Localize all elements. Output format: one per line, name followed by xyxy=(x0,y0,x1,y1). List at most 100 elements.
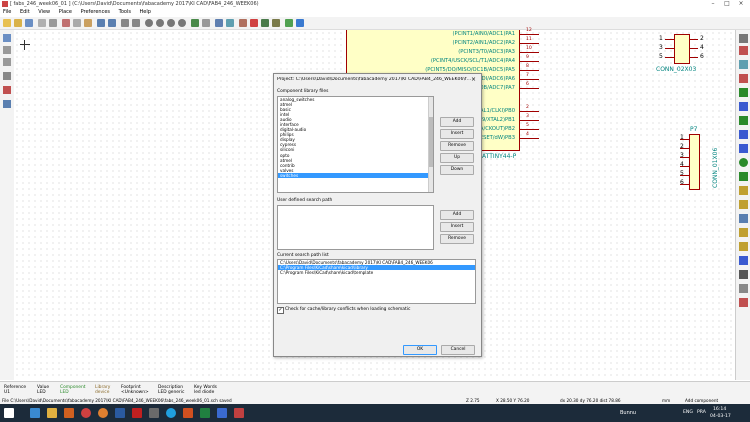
undo-icon[interactable] xyxy=(97,19,105,27)
no-connect-icon[interactable] xyxy=(739,144,748,153)
menu-file[interactable]: File xyxy=(3,9,11,15)
conflict-checkbox-label[interactable]: Check for cache/library conflicts when l… xyxy=(285,307,410,312)
hier-sheet-icon[interactable] xyxy=(739,214,748,223)
lib-remove-button[interactable]: Remove xyxy=(440,141,474,151)
list-item-selected[interactable]: switches xyxy=(278,172,433,178)
zoom-out-icon[interactable] xyxy=(156,19,164,27)
global-label-icon[interactable] xyxy=(739,186,748,195)
netlist-icon[interactable] xyxy=(261,19,269,27)
close-button[interactable]: × xyxy=(734,0,748,8)
cursor-shape-icon[interactable] xyxy=(3,72,11,80)
word-icon[interactable] xyxy=(115,408,125,418)
menu-help[interactable]: Help xyxy=(140,9,151,15)
library-editor-icon[interactable] xyxy=(215,19,223,27)
open-icon[interactable] xyxy=(14,19,22,27)
zoom-in-icon[interactable] xyxy=(145,19,153,27)
firefox-icon[interactable] xyxy=(98,408,108,418)
zoom-fit-icon[interactable] xyxy=(178,19,186,27)
import-pin-icon[interactable] xyxy=(739,228,748,237)
list-item[interactable]: C:\Program Files\KiCad\share\kicad\templ… xyxy=(278,270,475,275)
bus-orientation-icon[interactable] xyxy=(3,100,11,108)
annotate-icon[interactable] xyxy=(239,19,247,27)
library-browser-icon[interactable] xyxy=(226,19,234,27)
conflict-checkbox[interactable]: ✓ xyxy=(277,307,284,314)
grid-icon[interactable] xyxy=(3,34,11,42)
lib-up-button[interactable]: Up xyxy=(440,153,474,163)
text-icon[interactable] xyxy=(739,270,748,279)
dialog-close-button[interactable]: × xyxy=(471,76,476,83)
minimize-button[interactable]: – xyxy=(706,0,720,8)
acrobat-icon[interactable] xyxy=(132,408,142,418)
ie-icon[interactable] xyxy=(30,408,40,418)
zoom-redraw-icon[interactable] xyxy=(167,19,175,27)
print-icon[interactable] xyxy=(49,19,57,27)
kicad-icon[interactable] xyxy=(217,408,227,418)
hier-label-icon[interactable] xyxy=(739,200,748,209)
tray-lang[interactable]: ENG xyxy=(683,410,693,415)
bus-entry-icon[interactable] xyxy=(739,130,748,139)
copy-icon[interactable] xyxy=(73,19,81,27)
leave-sheet-icon[interactable] xyxy=(202,19,210,27)
scrollbar-thumb[interactable] xyxy=(429,117,433,167)
explorer-icon[interactable] xyxy=(47,408,57,418)
redo-icon[interactable] xyxy=(108,19,116,27)
cvpcb-icon[interactable] xyxy=(285,19,293,27)
library-list[interactable]: analog_switches atmel basic intel audio … xyxy=(277,96,434,193)
add-bus-icon[interactable] xyxy=(739,102,748,111)
save-icon[interactable] xyxy=(25,19,33,27)
tray-region[interactable]: PRA xyxy=(697,410,706,415)
add-component-icon[interactable] xyxy=(739,60,748,69)
path-add-button[interactable]: Add xyxy=(440,210,474,220)
lib-add-button[interactable]: Add xyxy=(440,117,474,127)
menu-place[interactable]: Place xyxy=(59,9,72,15)
new-icon[interactable] xyxy=(3,19,11,27)
current-path-list[interactable]: C:\Users\David\Documents\fabacademy 2017… xyxy=(277,259,476,304)
skype-icon[interactable] xyxy=(166,408,176,418)
find-icon[interactable] xyxy=(121,19,129,27)
clock-time[interactable]: 16:14 xyxy=(713,407,726,412)
powerpoint-icon[interactable] xyxy=(183,408,193,418)
delete-icon[interactable] xyxy=(739,298,748,307)
hierarchy-icon[interactable] xyxy=(191,19,199,27)
menu-view[interactable]: View xyxy=(38,9,50,15)
select-icon[interactable] xyxy=(739,34,748,43)
paste-icon[interactable] xyxy=(84,19,92,27)
ok-button[interactable]: OK xyxy=(403,345,437,355)
cut-icon[interactable] xyxy=(62,19,70,27)
graphic-line-icon[interactable] xyxy=(739,256,748,265)
path-remove-button[interactable]: Remove xyxy=(440,234,474,244)
eeschema-icon[interactable] xyxy=(234,408,244,418)
menu-preferences[interactable]: Preferences xyxy=(81,9,110,15)
add-power-icon[interactable] xyxy=(739,74,748,83)
user-path-list[interactable] xyxy=(277,205,434,250)
conn-01x06-component[interactable]: 1 2 3 4 5 6 xyxy=(676,134,706,192)
cancel-button[interactable]: Cancel xyxy=(441,345,475,355)
net-label-icon[interactable] xyxy=(739,172,748,181)
excel-icon[interactable] xyxy=(200,408,210,418)
wire-entry-icon[interactable] xyxy=(739,116,748,125)
menu-edit[interactable]: Edit xyxy=(20,9,30,15)
chrome-icon[interactable] xyxy=(81,408,91,418)
clock-date[interactable]: 04-03-17 xyxy=(710,414,731,419)
find-replace-icon[interactable] xyxy=(132,19,140,27)
pcbnew-icon[interactable] xyxy=(296,19,304,27)
app-icon[interactable] xyxy=(149,408,159,418)
units-inch-icon[interactable] xyxy=(3,46,11,54)
start-icon[interactable] xyxy=(4,408,14,418)
add-sheet-pin-icon[interactable] xyxy=(739,242,748,251)
menu-tools[interactable]: Tools xyxy=(119,9,131,15)
sheet-settings-icon[interactable] xyxy=(38,19,46,27)
bom-icon[interactable] xyxy=(272,19,280,27)
lib-down-button[interactable]: Down xyxy=(440,165,474,175)
hidden-pins-icon[interactable] xyxy=(3,86,11,94)
junction-icon[interactable] xyxy=(739,158,748,167)
image-icon[interactable] xyxy=(739,284,748,293)
maximize-button[interactable]: □ xyxy=(720,0,734,8)
conn-02x03-component[interactable]: 1 3 5 2 4 6 xyxy=(655,34,710,64)
scrollbar[interactable] xyxy=(428,97,433,192)
units-mm-icon[interactable] xyxy=(3,58,11,66)
path-insert-button[interactable]: Insert xyxy=(440,222,474,232)
media-icon[interactable] xyxy=(64,408,74,418)
lib-insert-button[interactable]: Insert xyxy=(440,129,474,139)
highlight-net-icon[interactable] xyxy=(739,46,748,55)
